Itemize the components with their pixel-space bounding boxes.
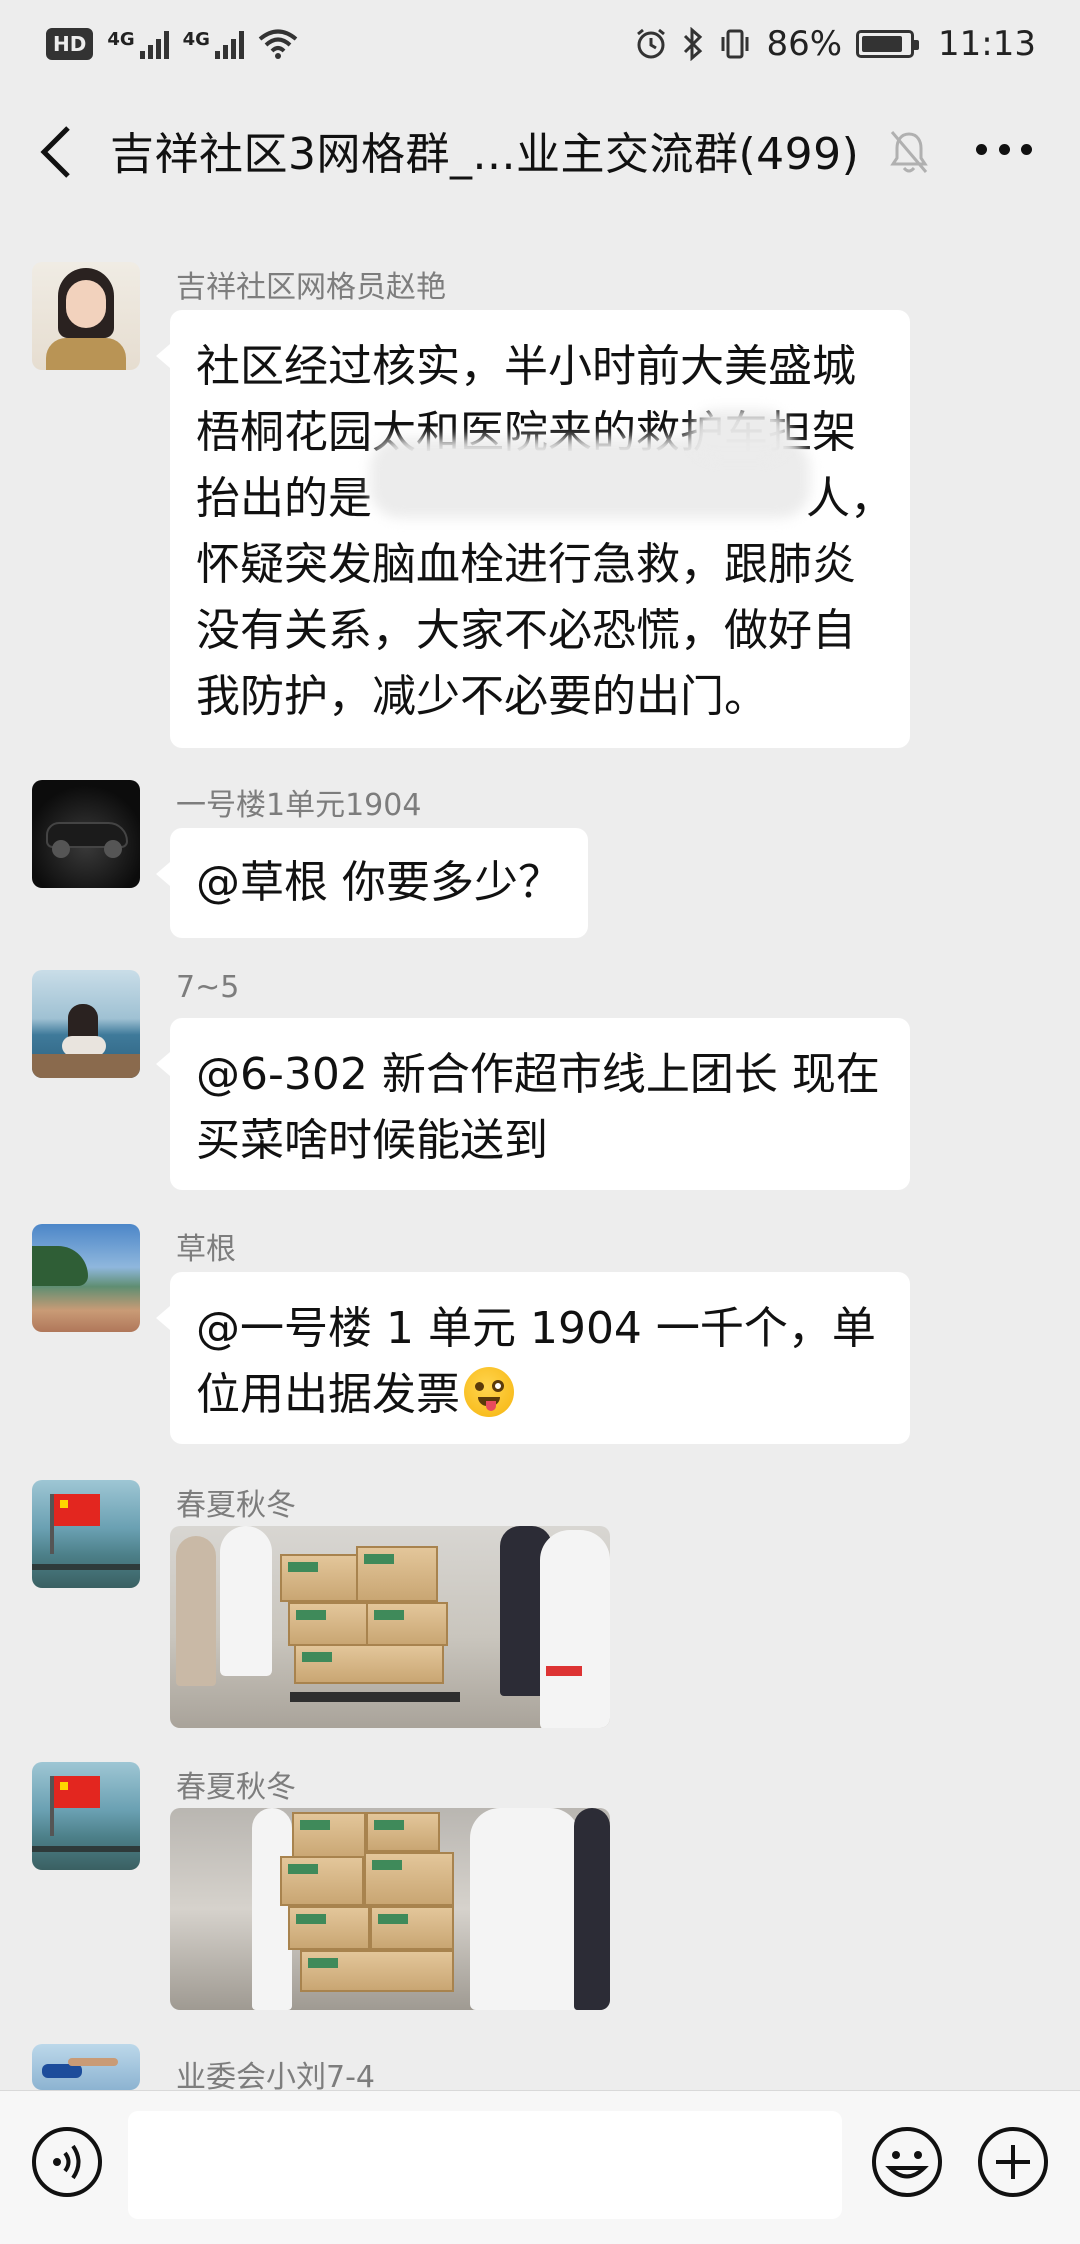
message-line: 社区经过核实，半小时前大美盛城: [196, 341, 856, 392]
avatar[interactable]: [32, 1480, 140, 1588]
vibrate-icon: [721, 29, 749, 59]
status-left: HD 4G 4G: [46, 28, 298, 60]
message-input[interactable]: [128, 2111, 842, 2219]
message-line: 没有关系，大家不必恐慌，做好自: [196, 605, 856, 656]
status-bar: HD 4G 4G 86% 11:13: [0, 0, 1080, 88]
message-bubble[interactable]: @一号楼 1 单元 1904 一千个，单 位用出据发票: [156, 1272, 910, 1444]
message-bubble[interactable]: @6-302 新合作超市线上团长 现在 买菜啥时候能送到: [156, 1018, 910, 1190]
message-line-tail: 人，: [806, 473, 894, 524]
message-line: 位用出据发票: [196, 1362, 884, 1428]
sender-name: 吉祥社区网格员赵艳: [176, 270, 446, 305]
avatar[interactable]: [32, 970, 140, 1078]
input-bar: [0, 2090, 1080, 2244]
mute-bell-icon: [890, 131, 928, 173]
battery-percent: 86%: [766, 24, 843, 64]
sim1-signal-icon: 4G: [107, 29, 169, 59]
chat-title: 吉祥社区3网格群_...业主交流群(499): [110, 129, 860, 180]
clock: 11:13: [938, 24, 1036, 64]
alarm-icon: [637, 28, 666, 59]
avatar[interactable]: [32, 1762, 140, 1870]
voice-icon[interactable]: [30, 2125, 104, 2199]
message-line: 怀疑突发脑血栓进行急救，跟肺炎: [196, 539, 856, 590]
sender-name: 草根: [176, 1232, 236, 1267]
bluetooth-icon: [684, 27, 703, 61]
chat-header: 吉祥社区3网格群_...业主交流群(499): [0, 88, 1080, 212]
more-dots-icon[interactable]: [976, 144, 1032, 160]
sender-name: 一号楼1单元1904: [176, 788, 422, 823]
message-line: 买菜啥时候能送到: [196, 1115, 548, 1166]
back-arrow-icon[interactable]: [38, 124, 74, 180]
avatar[interactable]: [32, 1224, 140, 1332]
status-right: 86% 11:13: [634, 24, 1036, 64]
message-bubble[interactable]: 社区经过核实，半小时前大美盛城 梧桐花园太和医院来的救护车担架 抬出的是 人， …: [156, 310, 910, 748]
hd-badge: HD: [46, 28, 94, 60]
message-bubble[interactable]: @草根 你要多少？: [156, 828, 588, 938]
message-line: @一号楼 1 单元 1904 一千个，单: [196, 1303, 876, 1354]
image-message[interactable]: [170, 1808, 610, 2010]
emoji-icon[interactable]: [870, 2125, 944, 2199]
plus-icon[interactable]: [976, 2125, 1050, 2199]
wifi-icon: [258, 29, 298, 59]
wink-tongue-emoji-icon: [464, 1367, 514, 1417]
message-line: 我防护，减少不必要的出门。: [196, 671, 768, 722]
message-line: @草根 你要多少？: [196, 857, 562, 908]
avatar[interactable]: [32, 780, 140, 888]
sim2-signal-icon: 4G: [183, 29, 244, 59]
redacted-blur: [690, 410, 790, 460]
sender-name: 7~5: [176, 970, 240, 1005]
avatar[interactable]: [32, 2044, 140, 2090]
sender-name: 春夏秋冬: [176, 1488, 296, 1523]
message-line: @6-302 新合作超市线上团长 现在: [196, 1049, 880, 1100]
image-message[interactable]: [170, 1526, 610, 1728]
battery-icon: [856, 30, 920, 58]
avatar[interactable]: [32, 262, 140, 370]
sender-name: 春夏秋冬: [176, 1770, 296, 1805]
